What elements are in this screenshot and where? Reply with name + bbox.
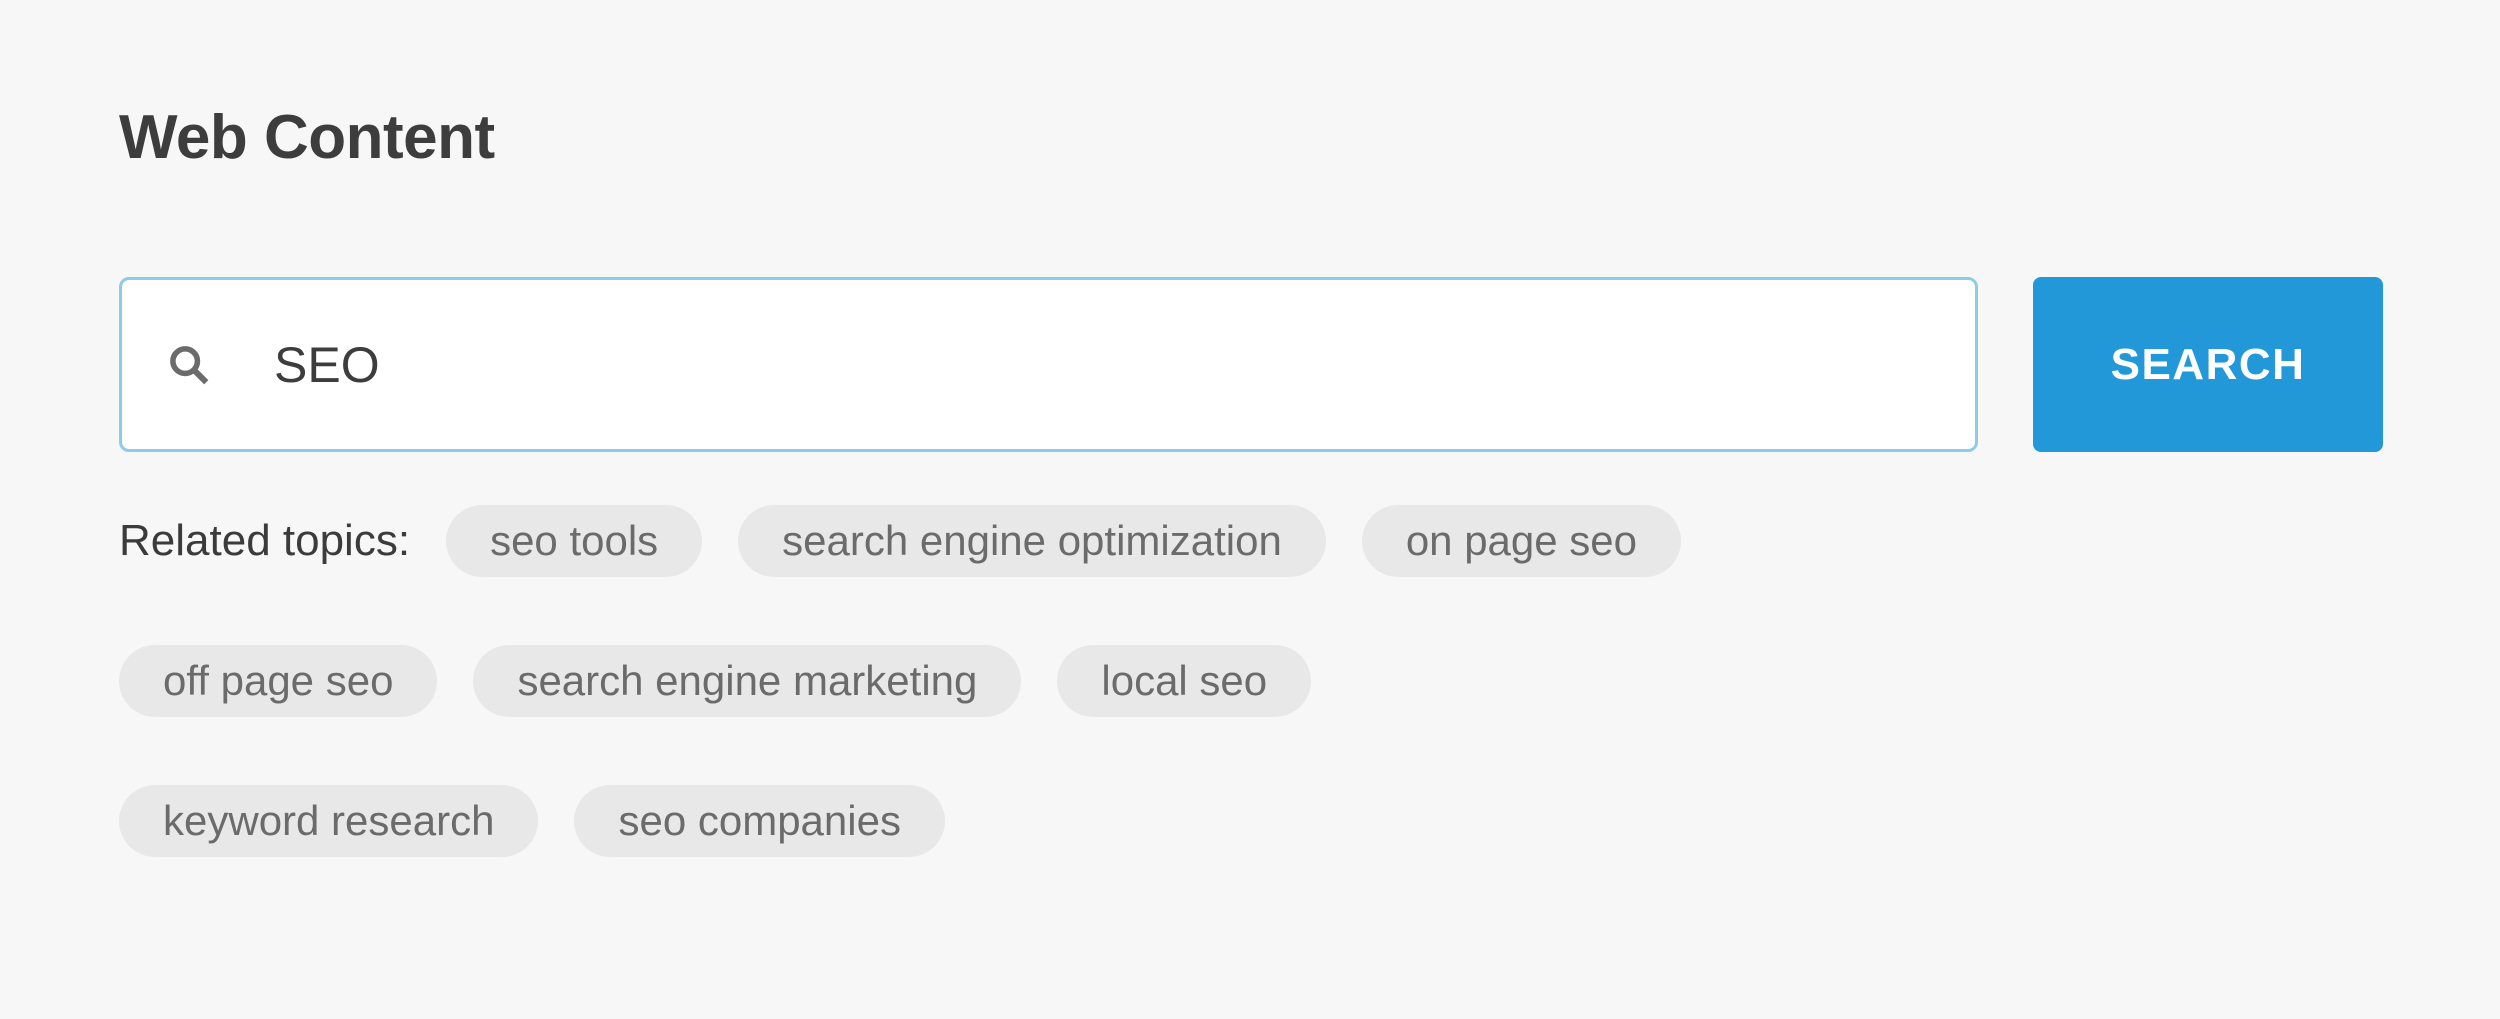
related-topics-row: Related topics: seo tools search engine … xyxy=(119,505,2419,577)
related-topics-section: Related topics: seo tools search engine … xyxy=(119,505,2419,857)
related-topic-chip[interactable]: seo companies xyxy=(574,785,945,857)
related-topics-row: off page seo search engine marketing loc… xyxy=(119,645,2419,717)
search-input-value[interactable]: SEO xyxy=(274,340,380,390)
search-icon xyxy=(170,345,209,384)
related-topics-rows: Related topics: seo tools search engine … xyxy=(119,505,2419,857)
related-topics-row: keyword research seo companies xyxy=(119,785,2419,857)
related-topic-chip[interactable]: on page seo xyxy=(1361,505,1682,577)
search-button[interactable]: SEARCH xyxy=(2033,277,2383,452)
related-topic-chip[interactable]: seo tools xyxy=(446,505,703,577)
related-topics-label: Related topics: xyxy=(119,516,411,565)
page-title: Web Content xyxy=(119,103,495,172)
related-topic-chip[interactable]: search engine optimization xyxy=(738,505,1326,577)
related-topic-chip[interactable]: search engine marketing xyxy=(473,645,1022,717)
search-row: SEO SEARCH xyxy=(119,277,2383,457)
search-input[interactable]: SEO xyxy=(119,277,1978,452)
web-content-search-panel: Web Content SEO SEARCH Related topics: s… xyxy=(0,0,2500,1019)
related-topic-chip[interactable]: keyword research xyxy=(119,785,539,857)
related-topic-chip[interactable]: local seo xyxy=(1057,645,1312,717)
related-topic-chip[interactable]: off page seo xyxy=(119,645,438,717)
